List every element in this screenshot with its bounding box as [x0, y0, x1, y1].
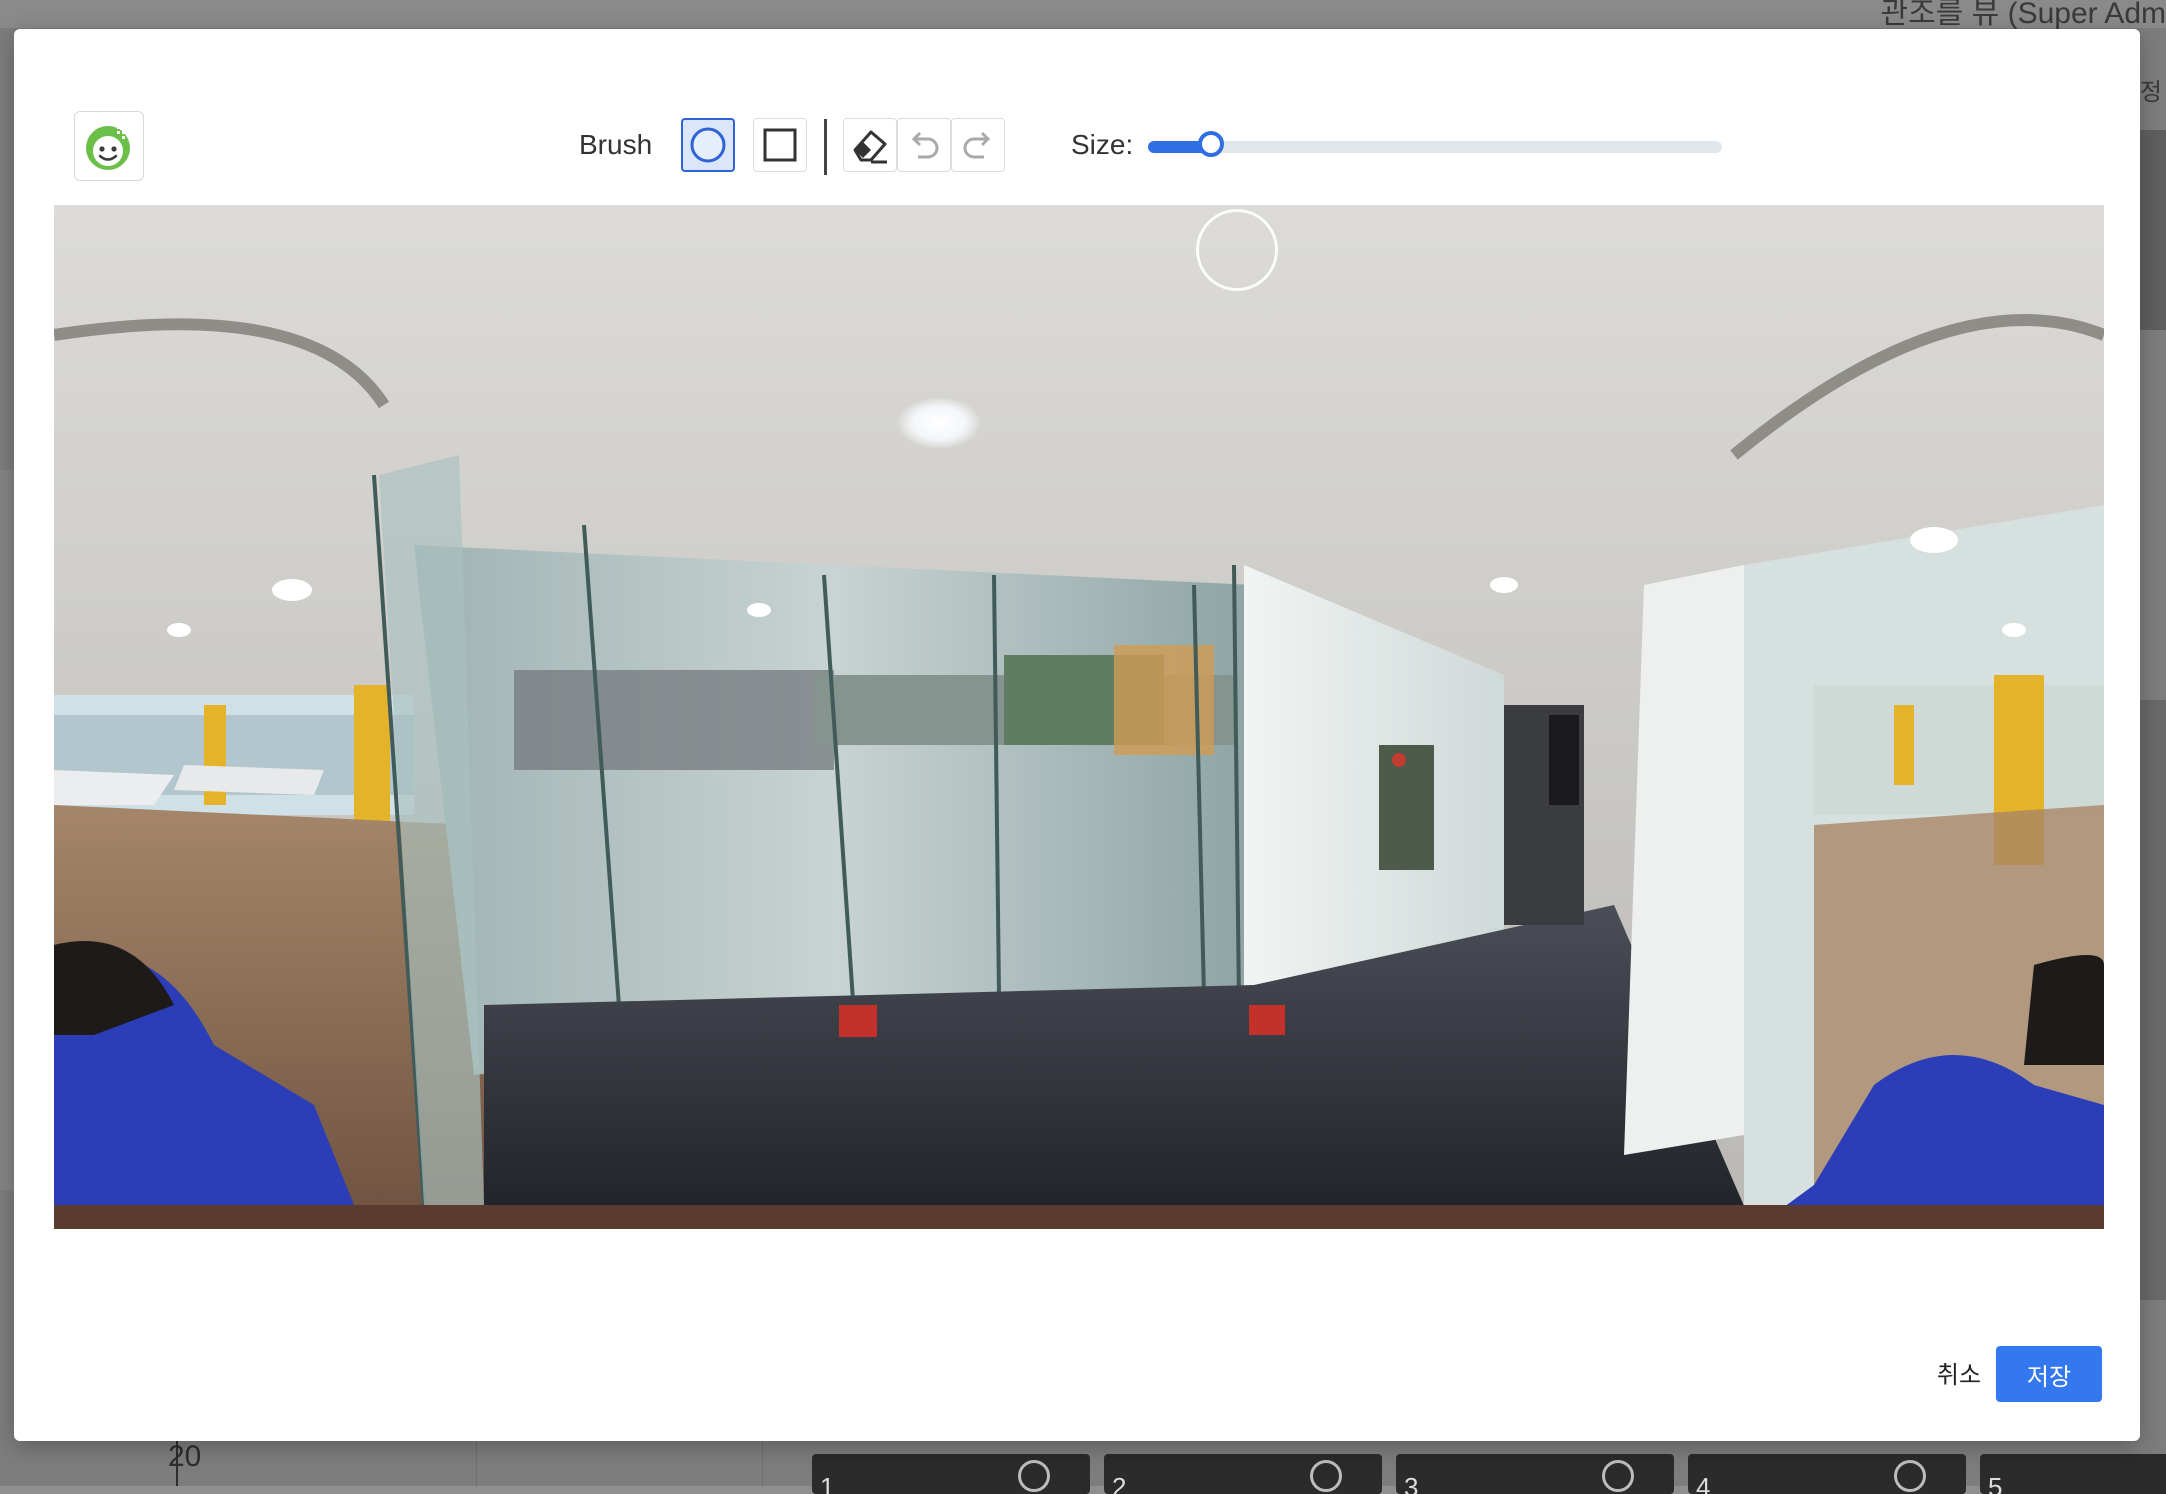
- redo-button[interactable]: [951, 118, 1005, 172]
- panorama-image: [54, 205, 2104, 1229]
- redo-icon: [963, 131, 991, 159]
- thumbnail-number: 1: [820, 1472, 835, 1494]
- background-panel: [2140, 700, 2166, 1300]
- eraser-button[interactable]: [843, 118, 897, 172]
- thumbnail[interactable]: 5: [1980, 1454, 2166, 1494]
- undo-button[interactable]: [897, 118, 951, 172]
- thumbnail-number: 2: [1112, 1472, 1127, 1494]
- brush-size-slider[interactable]: [1148, 131, 1722, 157]
- ruler-label: 20: [168, 1440, 202, 1473]
- face-icon: [1310, 1460, 1342, 1492]
- circle-icon: [690, 127, 726, 163]
- toolbar-divider: [824, 119, 827, 175]
- background-ruler: [0, 470, 14, 1190]
- save-button[interactable]: 저장: [1996, 1346, 2102, 1402]
- thumbnail-number: 5: [1988, 1472, 2003, 1494]
- thumbnail-number: 3: [1404, 1472, 1419, 1494]
- slider-handle[interactable]: [1198, 131, 1224, 157]
- background-title: 관조를 뷰 (Super Adm: [1880, 0, 2166, 30]
- thumbnail[interactable]: 1: [812, 1454, 1090, 1494]
- face-icon: [1018, 1460, 1050, 1492]
- face-icon: [1602, 1460, 1634, 1492]
- thumbnail-number: 4: [1696, 1472, 1711, 1494]
- image-canvas[interactable]: [54, 205, 2104, 1229]
- thumbnail[interactable]: 4: [1688, 1454, 1966, 1494]
- square-icon: [763, 128, 797, 162]
- undo-icon: [911, 131, 939, 159]
- circle-brush-button[interactable]: [681, 118, 735, 172]
- cancel-button[interactable]: 취소: [1919, 1347, 1999, 1397]
- background-panel: [2140, 130, 2166, 330]
- square-brush-button[interactable]: [753, 118, 807, 172]
- thumbnail[interactable]: 3: [1396, 1454, 1674, 1494]
- thumbnail[interactable]: 2: [1104, 1454, 1382, 1494]
- background-side-label: 정: [2139, 79, 2162, 106]
- background-divider: [762, 1440, 763, 1486]
- brush-label: Brush: [579, 129, 653, 160]
- editor-modal: Brush Size: 취소 저장: [14, 29, 2140, 1441]
- brush-cursor: [1196, 209, 1278, 291]
- size-label: Size:: [1071, 129, 1134, 160]
- brush-toolbar: Brush Size:: [14, 111, 2140, 181]
- eraser-icon: [853, 130, 887, 164]
- background-topbar: [0, 0, 2166, 28]
- background-divider: [476, 1440, 477, 1486]
- face-icon: [1894, 1460, 1926, 1492]
